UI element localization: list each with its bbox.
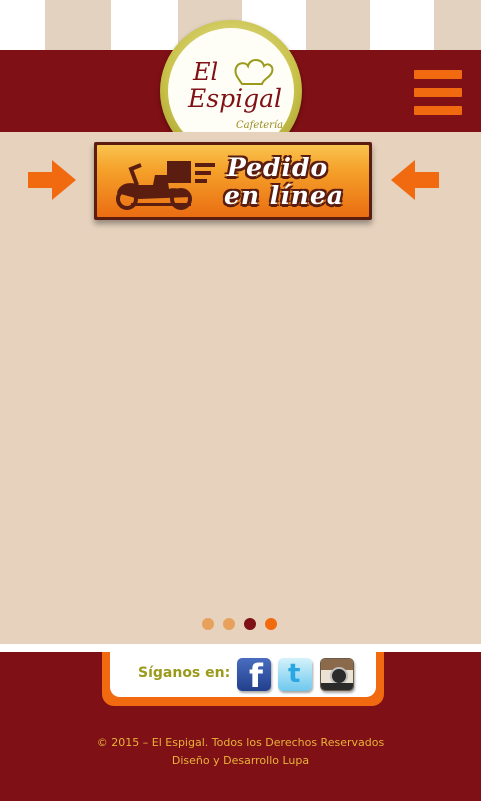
slider-dot-1[interactable]: [202, 618, 214, 630]
follow-us-label: Síganos en:: [138, 665, 231, 681]
slider-dot-3[interactable]: [244, 618, 256, 630]
menu-bar: [414, 106, 462, 115]
awning-stripe: [434, 0, 481, 52]
arrow-right-icon[interactable]: [28, 160, 76, 200]
order-online-button[interactable]: Pedido en línea: [94, 142, 372, 224]
banner-title-line2: en línea: [224, 181, 345, 210]
footer-divider: [0, 644, 481, 652]
arrow-left-icon[interactable]: [391, 160, 439, 200]
copyright-text: © 2015 – El Espigal. Todos los Derechos …: [96, 736, 385, 749]
twitter-icon[interactable]: t: [278, 658, 312, 691]
menu-bar: [414, 70, 462, 79]
logo-text-el: El: [193, 58, 219, 86]
banner-face: Pedido en línea: [97, 145, 369, 217]
social-bar: Síganos en: f t: [102, 652, 384, 706]
logo-text-espigal: Espigal: [188, 84, 282, 113]
social-bar-panel: Síganos en: f t: [110, 652, 376, 697]
credits-text: Diseño y Desarrollo Lupa: [171, 754, 310, 767]
delivery-scooter-icon: [116, 161, 215, 210]
menu-bar: [414, 88, 462, 97]
chef-hat-icon: [234, 59, 274, 85]
slider-dot-4[interactable]: [265, 618, 277, 630]
slider-dot-2[interactable]: [223, 618, 235, 630]
facebook-icon[interactable]: f: [237, 657, 271, 695]
logo-tagline: Cafetería: [236, 120, 284, 131]
instagram-icon[interactable]: [320, 658, 354, 691]
banner-title-line1: Pedido: [227, 153, 329, 182]
hamburger-menu-icon[interactable]: [414, 70, 462, 116]
awning-stripe: [306, 0, 370, 52]
awning-stripe: [45, 0, 111, 52]
